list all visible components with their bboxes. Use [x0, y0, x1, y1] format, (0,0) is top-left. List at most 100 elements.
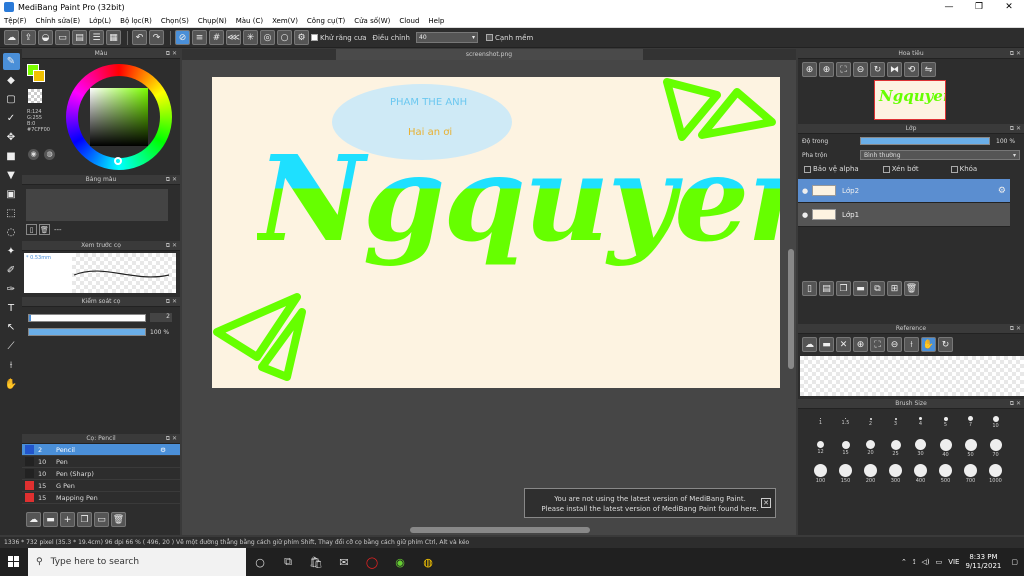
minimize-button[interactable]: — — [934, 2, 964, 12]
bucket-tool-icon[interactable]: ▼ — [3, 167, 20, 184]
new-layer-icon[interactable]: ▯ — [802, 281, 817, 296]
comment-icon[interactable]: ▭ — [55, 30, 70, 45]
upload-icon[interactable]: ⇪ — [21, 30, 36, 45]
brush-size-option[interactable]: 10 — [983, 409, 1008, 435]
new-layer-2-icon[interactable]: ▤ — [819, 281, 834, 296]
brush-delete-icon[interactable]: 🗑 — [111, 512, 126, 527]
grid-layout-icon[interactable]: ▦ — [106, 30, 121, 45]
flip-h-icon[interactable]: ⇋ — [921, 62, 936, 77]
panel-controls-icon[interactable]: ⧉ ✕ — [166, 297, 177, 307]
brush-size-option[interactable]: 70 — [983, 435, 1008, 461]
layer-opacity-slider[interactable] — [860, 137, 990, 145]
ref-hand-icon[interactable]: ✋ — [921, 337, 936, 352]
brush-size-option[interactable]: 30 — [908, 435, 933, 461]
snap-parallel-icon[interactable]: ≡ — [192, 30, 207, 45]
panel-controls-icon[interactable]: ⧉ ✕ — [1010, 124, 1021, 134]
clip-checkbox[interactable]: Xén bớt — [882, 165, 919, 173]
pen-tool-icon[interactable]: ✎ — [2, 53, 20, 70]
taskbar-search[interactable]: ⚲ Type here to search — [28, 548, 246, 576]
menu-file[interactable]: Tệp(F) — [4, 17, 27, 25]
brush-size-option[interactable]: 500 — [933, 461, 958, 487]
snap-off-icon[interactable]: ⊘ — [175, 30, 190, 45]
protect-alpha-checkbox[interactable]: Bảo vệ alpha — [804, 165, 859, 173]
canvas-tab[interactable]: screenshot.png — [335, 49, 643, 60]
snap-grid-icon[interactable]: # — [209, 30, 224, 45]
menu-select[interactable]: Chọn(S) — [161, 17, 189, 25]
ref-rotate-icon[interactable]: ↻ — [938, 337, 953, 352]
panel-controls-icon[interactable]: ⧉ ✕ — [166, 241, 177, 251]
brush-size-option[interactable]: 12 — [808, 435, 833, 461]
menu-edit[interactable]: Chỉnh sửa(E) — [36, 17, 81, 25]
opacity-value[interactable]: 100 % — [150, 329, 169, 336]
fit-icon[interactable]: ⛶ — [836, 62, 851, 77]
brush-folder-icon[interactable]: ▬ — [43, 512, 58, 527]
select-pen-icon[interactable]: ✐ — [3, 262, 20, 279]
brush-size-option[interactable]: 150 — [833, 461, 858, 487]
panel-controls-icon[interactable]: ⧉ ✕ — [1010, 324, 1021, 334]
snap-burst-icon[interactable]: ✳ — [243, 30, 258, 45]
adjust-select[interactable]: 40 ▾ — [416, 32, 478, 43]
brush-size-option[interactable]: 7 — [958, 409, 983, 435]
menu-window[interactable]: Cửa số(W) — [354, 17, 390, 25]
ref-fit-icon[interactable]: ⛶ — [870, 337, 885, 352]
undo-icon[interactable]: ↶ — [132, 30, 147, 45]
brush-size-option[interactable]: 25 — [883, 435, 908, 461]
brush-size-option[interactable]: 15 — [833, 435, 858, 461]
vertical-scrollbar[interactable] — [788, 249, 794, 369]
eyedropper-small-icon[interactable]: ◉ — [28, 149, 39, 160]
zoom-in-2-icon[interactable]: ⊕ — [819, 62, 834, 77]
brush-size-option[interactable]: 300 — [883, 461, 908, 487]
brush-size-option[interactable]: 700 — [958, 461, 983, 487]
zoom-out-icon[interactable]: ⊖ — [853, 62, 868, 77]
soft-edge-checkbox[interactable]: Cạnh mềm — [486, 34, 533, 42]
brush-size-option[interactable]: 1.5 — [833, 409, 858, 435]
store-icon[interactable]: 🛍 — [302, 548, 330, 576]
add-palette-icon[interactable]: ▯ — [26, 224, 37, 235]
lock-checkbox[interactable]: Khóa — [950, 165, 977, 173]
battery-icon[interactable]: ▭ — [936, 558, 943, 566]
panel-controls-icon[interactable]: ⧉ ✕ — [166, 175, 177, 185]
select-tool-icon[interactable]: ⬚ — [3, 205, 20, 222]
ref-cloud-icon[interactable]: ☁ — [802, 337, 817, 352]
ref-zoom-in-icon[interactable]: ⊕ — [853, 337, 868, 352]
flip-icon[interactable]: ⧓ — [887, 62, 902, 77]
opera-icon[interactable]: ◯ — [358, 548, 386, 576]
redo-icon[interactable]: ↷ — [149, 30, 164, 45]
fill-rect-icon[interactable]: ■ — [3, 148, 20, 165]
snap-settings-icon[interactable]: ⚙ — [294, 30, 309, 45]
navigator-preview[interactable]: Ngquyen — [874, 80, 946, 120]
canvas-area[interactable]: screenshot.png Ngquyen PHAM THE ANH Hai … — [182, 49, 796, 535]
brush-item-pen-sharp[interactable]: 10 Pen (Sharp) — [22, 468, 180, 480]
menu-help[interactable]: Help — [428, 17, 444, 25]
close-button[interactable]: ✕ — [994, 2, 1024, 12]
copy-layer-icon[interactable]: ❐ — [836, 281, 851, 296]
menu-layer[interactable]: Lớp(L) — [89, 17, 111, 25]
brush-item-pen[interactable]: 10 Pen — [22, 456, 180, 468]
brush-size-option[interactable]: 20 — [858, 435, 883, 461]
reset-icon[interactable]: ⟲ — [904, 62, 919, 77]
blend-mode-select[interactable]: Bình thường ▾ — [860, 150, 1020, 160]
update-notification[interactable]: You are not using the latest version of … — [524, 488, 776, 518]
ref-folder-icon[interactable]: ▬ — [819, 337, 834, 352]
menu-view[interactable]: Xem(V) — [272, 17, 298, 25]
gear-icon[interactable]: ⚙ — [998, 186, 1006, 196]
panel-controls-icon[interactable]: ⧉ ✕ — [166, 49, 177, 59]
panel-controls-icon[interactable]: ⧉ ✕ — [1010, 399, 1021, 409]
divide-tool-icon[interactable]: ⟋ — [3, 338, 20, 355]
notification-center-icon[interactable]: ▢ — [1011, 558, 1018, 566]
ref-eyedropper-icon[interactable]: ⟊ — [904, 337, 919, 352]
rect-tool-icon[interactable]: ▢ — [3, 91, 20, 108]
menu-cloud[interactable]: Cloud — [399, 17, 419, 25]
saturation-square[interactable] — [90, 88, 148, 146]
brush-paste-icon[interactable]: ▭ — [94, 512, 109, 527]
brush-size-option[interactable]: 100 — [808, 461, 833, 487]
palette-area[interactable] — [26, 189, 168, 221]
move-tool-icon[interactable]: ✥ — [3, 129, 20, 146]
size-slider[interactable] — [28, 313, 146, 322]
brush-copy-icon[interactable]: ❐ — [77, 512, 92, 527]
brush-size-option[interactable]: 3 — [883, 409, 908, 435]
antialias-checkbox[interactable]: Khử răng cưa — [311, 34, 367, 42]
hue-cursor[interactable] — [114, 157, 122, 165]
volume-icon[interactable]: ◁) — [921, 558, 929, 566]
reference-area[interactable] — [800, 356, 1024, 396]
